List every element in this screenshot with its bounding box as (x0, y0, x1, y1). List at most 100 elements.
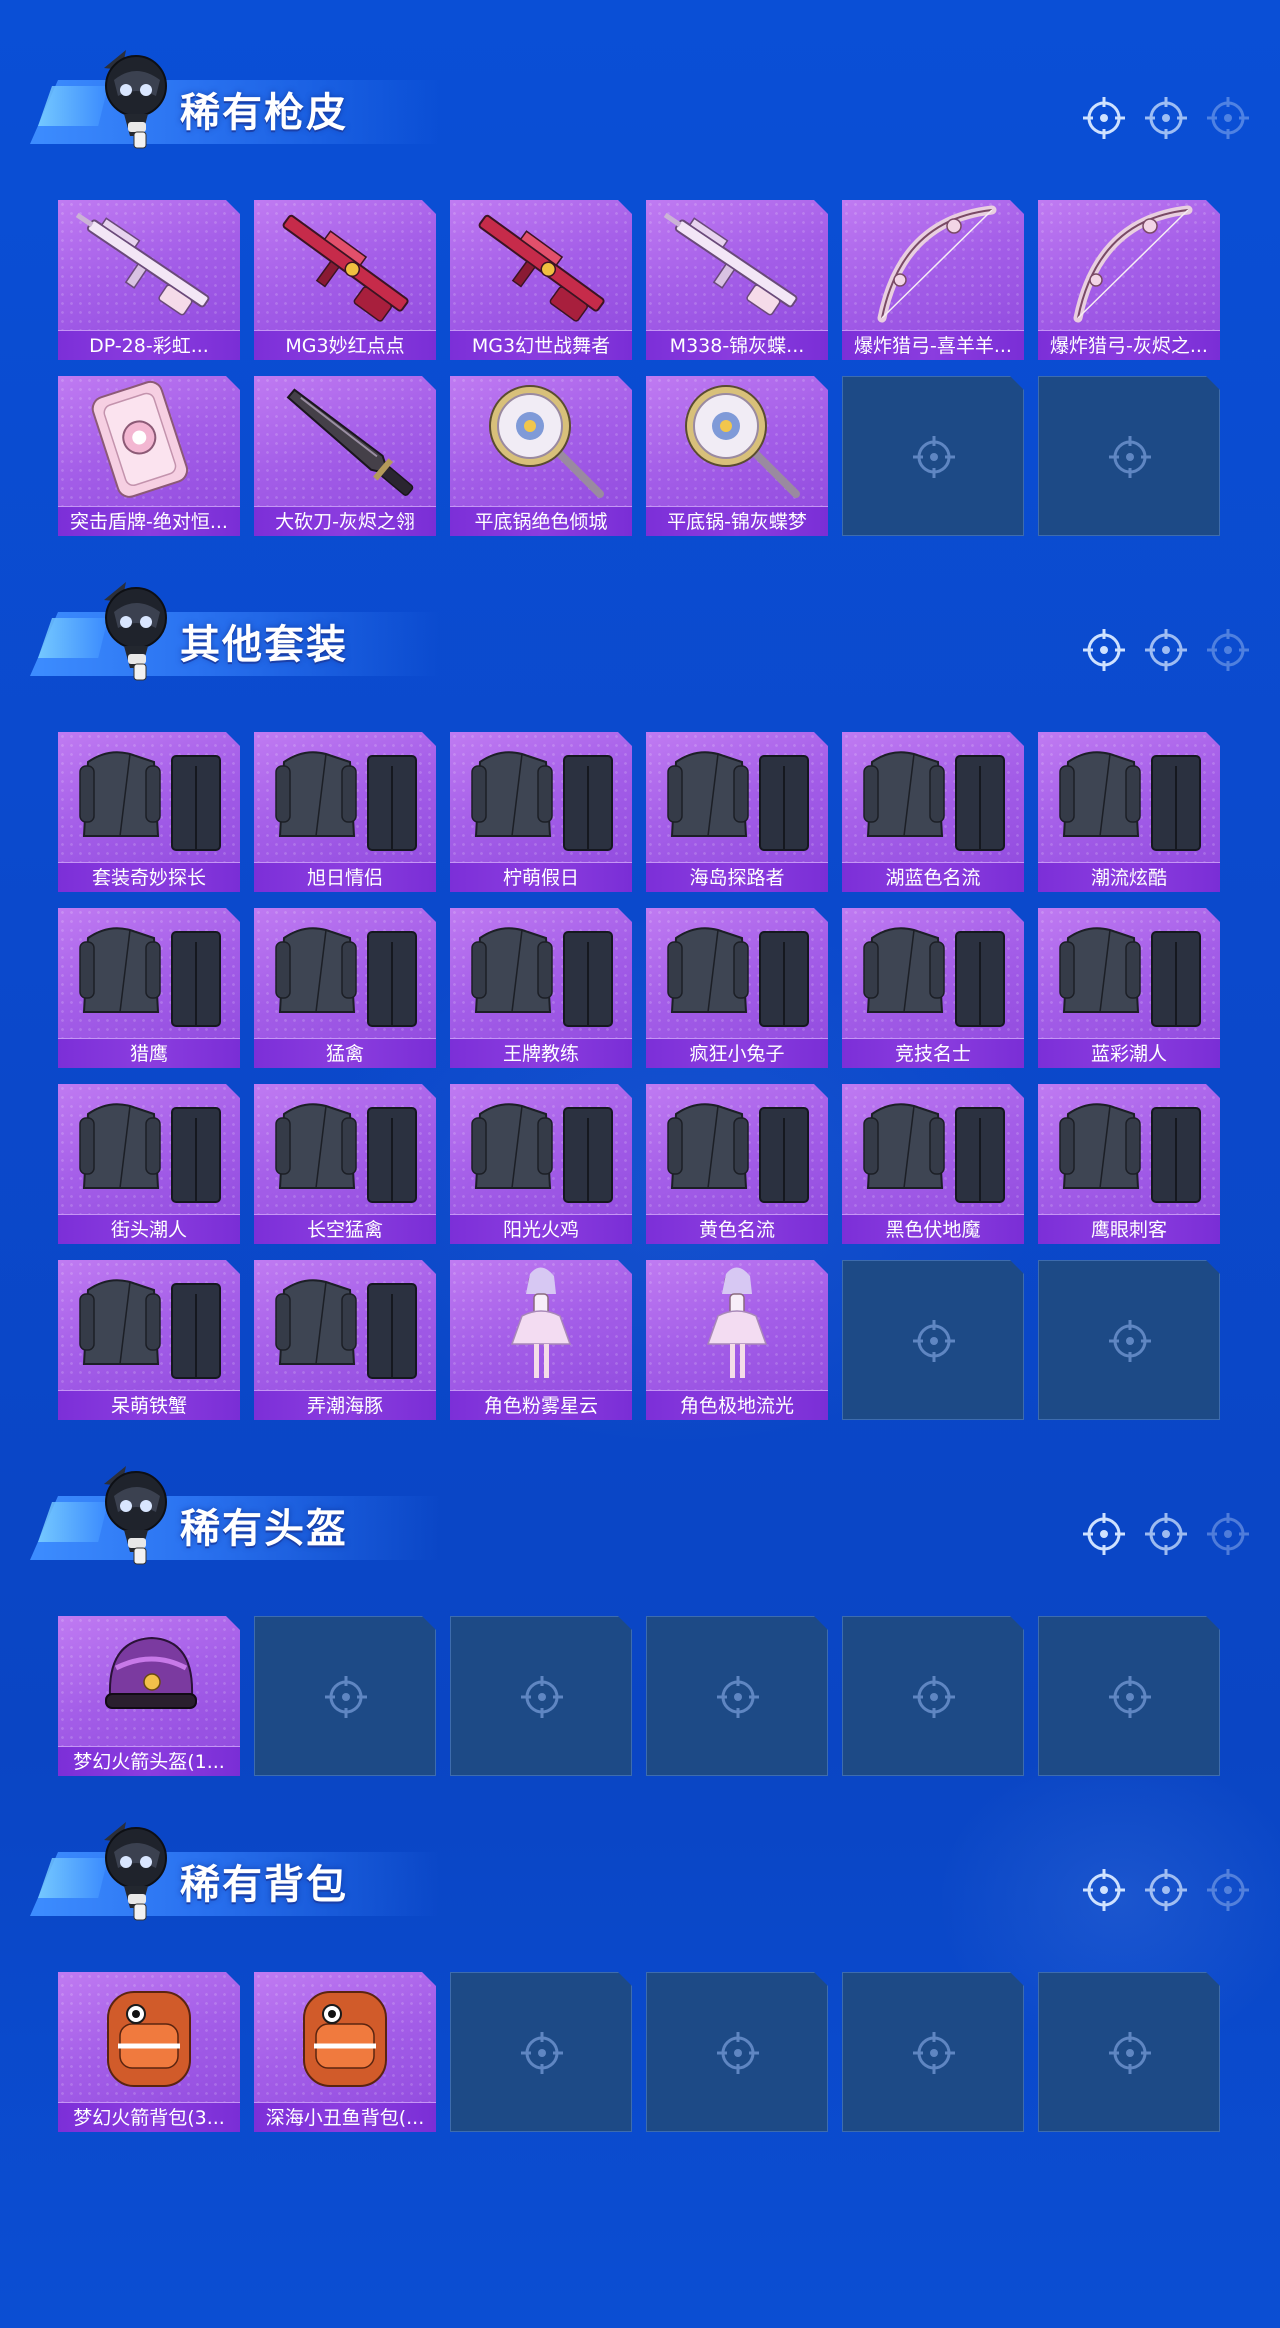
item-card[interactable]: MG3妙红点点 (254, 200, 436, 360)
character-icon (450, 1260, 632, 1388)
item-card[interactable]: 梦幻火箭头盔(1... (58, 1616, 240, 1776)
item-name: 大砍刀-灰烬之翎 (254, 506, 436, 536)
machine-gun-icon (254, 200, 436, 328)
item-name: 黄色名流 (646, 1214, 828, 1244)
item-card[interactable]: 梦幻火箭背包(3... (58, 1972, 240, 2132)
item-card[interactable]: 弄潮海豚 (254, 1260, 436, 1420)
empty-slot (842, 376, 1024, 536)
outfit-icon (450, 732, 632, 860)
item-card[interactable]: 平底锅绝色倾城 (450, 376, 632, 536)
section-title: 稀有枪皮 (180, 90, 348, 136)
item-name: 平底锅绝色倾城 (450, 506, 632, 536)
item-card[interactable]: M338-锦灰蝶... (646, 200, 828, 360)
item-name: 梦幻火箭头盔(1... (58, 1746, 240, 1776)
crosshair-icon (1206, 96, 1250, 140)
outfit-icon (254, 1260, 436, 1388)
crosshair-icon (1144, 1868, 1188, 1912)
crosshair-icon (1206, 1868, 1250, 1912)
helmet-icon (58, 1616, 240, 1744)
empty-slot (842, 1260, 1024, 1420)
bow-icon (842, 200, 1024, 328)
item-card[interactable]: 柠萌假日 (450, 732, 632, 892)
item-card[interactable]: DP-28-彩虹... (58, 200, 240, 360)
item-card[interactable]: 街头潮人 (58, 1084, 240, 1244)
outfit-icon (58, 1084, 240, 1212)
outfit-icon (58, 908, 240, 1036)
item-card[interactable]: 爆炸猎弓-喜羊羊... (842, 200, 1024, 360)
item-card[interactable]: 竞技名士 (842, 908, 1024, 1068)
item-card[interactable]: 黄色名流 (646, 1084, 828, 1244)
crosshair-icon (1108, 2031, 1152, 2075)
item-card[interactable]: 鹰眼刺客 (1038, 1084, 1220, 1244)
item-card[interactable]: 旭日情侣 (254, 732, 436, 892)
item-card[interactable]: MG3幻世战舞者 (450, 200, 632, 360)
item-card[interactable]: 平底锅-锦灰蝶梦 (646, 376, 828, 536)
mascot-icon (84, 572, 184, 682)
item-name: 旭日情侣 (254, 862, 436, 892)
crosshair-icon (1144, 1512, 1188, 1556)
item-card[interactable]: 突击盾牌-绝对恒... (58, 376, 240, 536)
mascot-icon (84, 40, 184, 150)
item-card[interactable]: 呆萌铁蟹 (58, 1260, 240, 1420)
outfit-icon (1038, 1084, 1220, 1212)
outfit-icon (646, 1084, 828, 1212)
crosshair-decoration (1082, 1868, 1252, 1918)
section-title: 稀有头盔 (180, 1506, 348, 1552)
crosshair-icon (1206, 1512, 1250, 1556)
item-name: 猛禽 (254, 1038, 436, 1068)
item-name: 柠萌假日 (450, 862, 632, 892)
crosshair-icon (912, 2031, 956, 2075)
pan-icon (646, 376, 828, 504)
item-name: 蓝彩潮人 (1038, 1038, 1220, 1068)
item-card[interactable]: 长空猛禽 (254, 1084, 436, 1244)
item-card[interactable]: 角色极地流光 (646, 1260, 828, 1420)
outfit-icon (254, 908, 436, 1036)
crosshair-decoration (1082, 628, 1252, 678)
crosshair-icon (1108, 1319, 1152, 1363)
outfit-icon (450, 1084, 632, 1212)
item-card[interactable]: 湖蓝色名流 (842, 732, 1024, 892)
empty-slot (646, 1972, 828, 2132)
item-card[interactable]: 黑色伏地魔 (842, 1084, 1024, 1244)
crosshair-decoration (1082, 96, 1252, 146)
pan-icon (450, 376, 632, 504)
item-name: 呆萌铁蟹 (58, 1390, 240, 1420)
item-name: 长空猛禽 (254, 1214, 436, 1244)
item-name: 爆炸猎弓-灰烬之... (1038, 330, 1220, 360)
outfit-icon (646, 732, 828, 860)
item-card[interactable]: 猛禽 (254, 908, 436, 1068)
item-card[interactable]: 大砍刀-灰烬之翎 (254, 376, 436, 536)
item-card[interactable]: 阳光火鸡 (450, 1084, 632, 1244)
item-name: 角色极地流光 (646, 1390, 828, 1420)
item-card[interactable]: 海岛探路者 (646, 732, 828, 892)
crosshair-icon (1108, 1675, 1152, 1719)
item-card[interactable]: 猎鹰 (58, 908, 240, 1068)
outfit-icon (58, 1260, 240, 1388)
item-card[interactable]: 蓝彩潮人 (1038, 908, 1220, 1068)
item-card[interactable]: 深海小丑鱼背包(... (254, 1972, 436, 2132)
item-card[interactable]: 套装奇妙探长 (58, 732, 240, 892)
item-card[interactable]: 爆炸猎弓-灰烬之... (1038, 200, 1220, 360)
item-name: 角色粉雾星云 (450, 1390, 632, 1420)
item-name: 街头潮人 (58, 1214, 240, 1244)
item-name: 套装奇妙探长 (58, 862, 240, 892)
item-card[interactable]: 潮流炫酷 (1038, 732, 1220, 892)
crosshair-icon (520, 2031, 564, 2075)
item-card[interactable]: 疯狂小兔子 (646, 908, 828, 1068)
crosshair-icon (1082, 1868, 1126, 1912)
crosshair-icon (324, 1675, 368, 1719)
section-other-outfits: 其他套装 套装奇妙探长 旭日情侣 柠萌假日 海岛探路者 湖蓝色名流 潮流炫酷 猎鹰 猛禽 王牌教… (0, 572, 1280, 1420)
item-card[interactable]: 角色粉雾星云 (450, 1260, 632, 1420)
item-name: 王牌教练 (450, 1038, 632, 1068)
crosshair-icon (1082, 96, 1126, 140)
crosshair-icon (912, 435, 956, 479)
item-name: 弄潮海豚 (254, 1390, 436, 1420)
item-card[interactable]: 王牌教练 (450, 908, 632, 1068)
empty-slot (450, 1972, 632, 2132)
section-rare-backpacks: 稀有背包 梦幻火箭背包(3... 深海小丑鱼背包(... (0, 1812, 1280, 2232)
empty-slot (842, 1972, 1024, 2132)
character-icon (646, 1260, 828, 1388)
outfit-icon (842, 1084, 1024, 1212)
bow-icon (1038, 200, 1220, 328)
mascot-icon (84, 1812, 184, 1922)
